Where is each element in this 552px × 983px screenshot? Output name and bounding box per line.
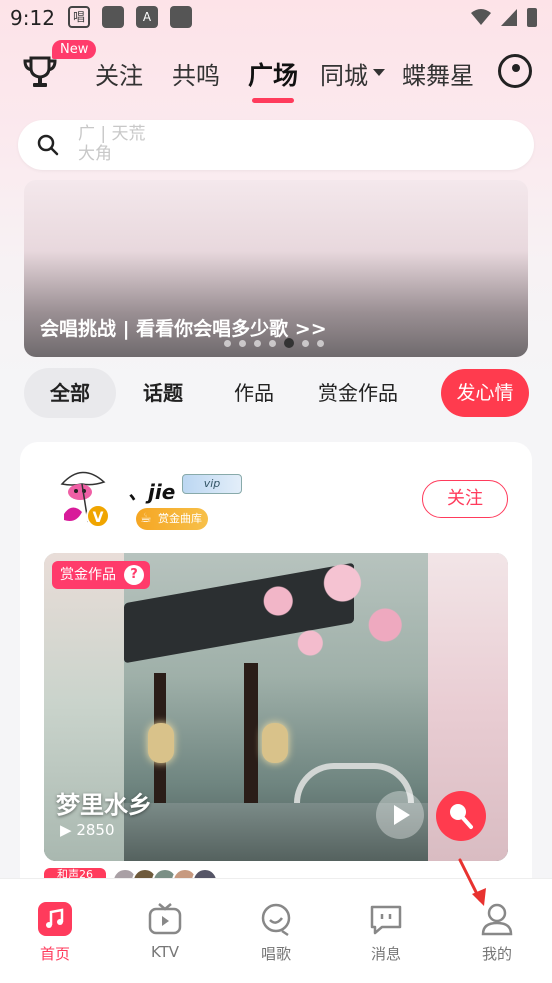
tab-following[interactable]: 关注 bbox=[95, 56, 143, 91]
microphone-icon bbox=[450, 804, 473, 829]
work-title: 梦里水乡 bbox=[56, 791, 152, 819]
message-icon bbox=[368, 901, 404, 937]
nav-ktv[interactable]: KTV bbox=[110, 901, 220, 961]
tab-local[interactable]: 同城 bbox=[320, 56, 368, 91]
top-navigation: New 关注 共鸣 广场 同城 蝶舞星 bbox=[0, 40, 552, 110]
search-placeholder-line2: 大角 bbox=[78, 144, 112, 164]
play-small-icon: ▶ bbox=[60, 821, 72, 839]
filter-works[interactable]: 作品 bbox=[222, 368, 286, 418]
nav-sing[interactable]: 唱歌 bbox=[221, 901, 331, 964]
signal-icon bbox=[501, 9, 517, 26]
music-note-icon bbox=[37, 901, 73, 937]
search-icon bbox=[37, 134, 59, 156]
play-button[interactable] bbox=[376, 791, 424, 839]
username[interactable]: 、jie bbox=[128, 476, 175, 505]
vip-badge: vip bbox=[182, 474, 242, 494]
tab-butterfly-star[interactable]: 蝶舞星 bbox=[402, 56, 474, 91]
filter-all[interactable]: 全部 bbox=[24, 368, 116, 418]
help-icon[interactable]: ? bbox=[124, 565, 144, 585]
music-disc-icon[interactable] bbox=[498, 54, 532, 88]
nav-profile-label: 我的 bbox=[481, 945, 512, 963]
pointer-arrow-icon bbox=[458, 858, 486, 906]
lantern bbox=[262, 723, 288, 763]
lantern bbox=[148, 723, 174, 763]
banner-pagination bbox=[224, 338, 324, 348]
new-badge: New bbox=[52, 40, 97, 59]
banner-dot-active bbox=[284, 338, 294, 348]
nav-messages[interactable]: 消息 bbox=[331, 901, 441, 964]
trophy-icon[interactable] bbox=[22, 54, 58, 90]
banner-dot bbox=[317, 339, 324, 347]
active-tab-indicator bbox=[252, 98, 294, 103]
nav-messages-label: 消息 bbox=[370, 945, 401, 963]
post-mood-button[interactable]: 发心情 bbox=[441, 369, 529, 417]
bounty-library-badge: 赏金曲库 bbox=[136, 508, 208, 530]
sing-app-notification-icon: 唱 bbox=[68, 6, 90, 28]
tab-resonance[interactable]: 共鸣 bbox=[172, 56, 220, 91]
work-cover[interactable]: 赏金作品 ? 梦里水乡 ▶ 2850 bbox=[44, 553, 508, 861]
play-count: ▶ 2850 bbox=[60, 821, 115, 839]
battery-icon bbox=[527, 8, 537, 27]
follow-button[interactable]: 关注 bbox=[422, 480, 508, 518]
tv-icon bbox=[147, 901, 183, 937]
wifi-icon bbox=[471, 9, 491, 25]
bounty-work-tag: 赏金作品 ? bbox=[52, 561, 150, 589]
status-indicators bbox=[470, 6, 538, 28]
banner-dot bbox=[302, 339, 309, 347]
filter-topic[interactable]: 话题 bbox=[132, 368, 194, 418]
nav-home-label: 首页 bbox=[39, 945, 70, 963]
cherry-blossom-branch bbox=[214, 553, 428, 673]
nav-home[interactable]: 首页 bbox=[0, 901, 110, 964]
mic-sing-icon bbox=[258, 901, 294, 937]
search-bar[interactable]: 广 | 天荒 大角 bbox=[18, 120, 534, 170]
banner-dot bbox=[224, 339, 231, 347]
banner-dot bbox=[239, 339, 246, 347]
banner-dot bbox=[254, 339, 261, 347]
bounty-work-tag-label: 赏金作品 bbox=[60, 567, 116, 583]
banner-text: 会唱挑战 | 看看你会唱多少歌 >> bbox=[40, 318, 327, 340]
verified-badge: V bbox=[86, 504, 110, 528]
search-placeholder: 广 | 天荒 大角 bbox=[78, 124, 278, 166]
content-filter-tabs: 全部 话题 作品 赏金作品 发心情 bbox=[0, 368, 552, 420]
nav-ktv-label: KTV bbox=[150, 943, 180, 961]
play-count-value: 2850 bbox=[76, 821, 115, 839]
status-time: 9:12 bbox=[10, 6, 55, 30]
notification-icon bbox=[102, 6, 124, 28]
sing-microphone-button[interactable] bbox=[436, 791, 486, 841]
banner-dot bbox=[269, 339, 276, 347]
tab-square[interactable]: 广场 bbox=[248, 56, 298, 92]
promo-banner[interactable]: 会唱挑战 | 看看你会唱多少歌 >> bbox=[24, 180, 528, 357]
notification-icon-2 bbox=[170, 6, 192, 28]
chevron-down-icon[interactable] bbox=[372, 68, 386, 78]
text-notification-icon: A bbox=[136, 6, 158, 28]
filter-bounty-works[interactable]: 赏金作品 bbox=[308, 368, 408, 418]
status-bar: 9:12 唱 A bbox=[0, 0, 552, 36]
nav-sing-label: 唱歌 bbox=[260, 945, 291, 963]
search-placeholder-line1: 广 | 天荒 bbox=[78, 124, 146, 144]
nav-profile[interactable]: 我的 bbox=[442, 901, 552, 964]
feed-card: V 、jie vip 赏金曲库 关注 赏金作品 ? 梦里水乡 ▶ 2850 bbox=[20, 442, 532, 902]
